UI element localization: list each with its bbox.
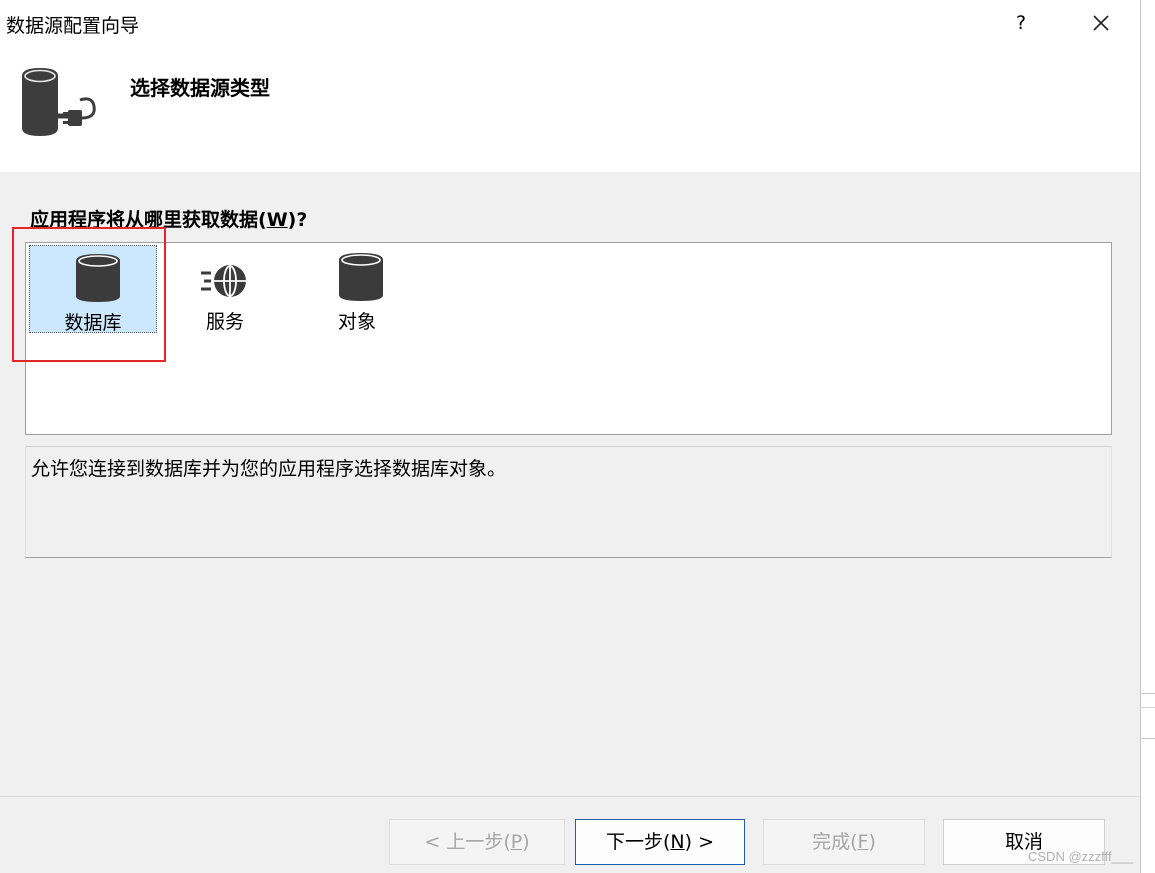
source-item-label: 对象 xyxy=(337,311,376,333)
source-item-label: 服务 xyxy=(205,311,244,333)
question-mnemonic: W xyxy=(266,209,288,231)
back-label-prefix: < 上一步( xyxy=(424,831,511,853)
close-button[interactable] xyxy=(1087,9,1115,37)
globe-service-icon xyxy=(201,265,246,297)
wizard-dialog: 数据源配置向导 ? 选择数据源类型 应用程序将从哪里获取数据(W)? 数据库 服… xyxy=(0,0,1141,873)
background-window-edge xyxy=(1141,0,1155,873)
finish-label-prefix: 完成( xyxy=(812,831,858,853)
watermark: CSDN @zzzfff___ xyxy=(1028,849,1134,864)
object-cylinder-icon xyxy=(339,253,383,301)
database-icon xyxy=(76,254,120,302)
finish-mnemonic: F xyxy=(857,831,869,853)
finish-button[interactable]: 完成(F) xyxy=(763,819,925,865)
description-panel: 允许您连接到数据库并为您的应用程序选择数据库对象。 xyxy=(25,446,1112,558)
data-source-list[interactable]: 数据库 服务 对象 xyxy=(25,242,1112,435)
wizard-header: 选择数据源类型 xyxy=(0,46,1140,172)
source-item-object[interactable]: 对象 xyxy=(293,245,421,333)
source-item-service[interactable]: 服务 xyxy=(161,245,289,333)
next-mnemonic: N xyxy=(670,831,685,853)
description-text: 允许您连接到数据库并为您的应用程序选择数据库对象。 xyxy=(31,458,507,480)
source-item-database[interactable]: 数据库 xyxy=(29,245,157,334)
close-icon xyxy=(1093,15,1109,31)
finish-label-suffix: ) xyxy=(868,831,876,853)
back-mnemonic: P xyxy=(510,831,523,853)
question-suffix: )? xyxy=(287,209,308,231)
next-label-suffix: ) > xyxy=(684,831,714,853)
title-bar: 数据源配置向导 ? xyxy=(0,0,1140,46)
page-title: 选择数据源类型 xyxy=(130,76,270,100)
next-button[interactable]: 下一步(N) > xyxy=(575,819,745,865)
source-question-label: 应用程序将从哪里获取数据(W)? xyxy=(30,205,307,232)
database-plug-icon xyxy=(22,68,96,136)
back-label-suffix: ) xyxy=(522,831,530,853)
next-label-prefix: 下一步( xyxy=(605,831,671,853)
question-text: 应用程序将从哪里获取数据( xyxy=(30,209,267,231)
window-title: 数据源配置向导 xyxy=(6,15,140,37)
help-button[interactable]: ? xyxy=(1009,9,1033,37)
back-button[interactable]: < 上一步(P) xyxy=(389,819,565,865)
button-bar-divider xyxy=(0,796,1140,797)
source-item-label: 数据库 xyxy=(64,312,122,334)
